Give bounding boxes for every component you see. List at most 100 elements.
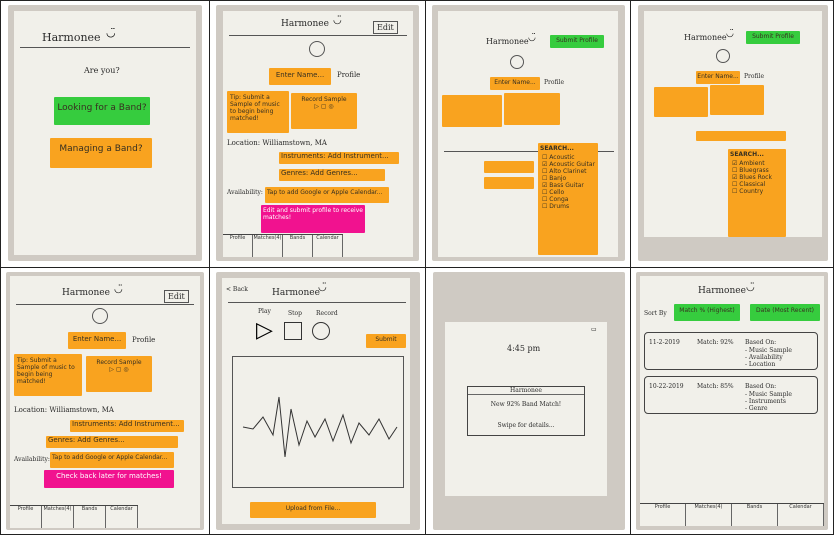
app-title: Harmonee xyxy=(272,288,320,298)
match-card[interactable]: 10-22-2019 Match: 85% Based On: - Music … xyxy=(644,376,818,414)
paper-sheet: Harmonee ◡̈ Are you? Looking for a Band?… xyxy=(14,11,196,255)
app-title: Harmonee xyxy=(486,37,529,46)
record-sample-button[interactable]: Record Sample ▷ ▢ ◎ xyxy=(291,93,357,129)
sort-by-label: Sort By xyxy=(644,310,667,317)
option-item[interactable]: ☐ Bluegrass xyxy=(732,167,786,174)
location-text: Location: Williamstown, MA xyxy=(14,406,114,414)
panel-lock-screen-notification: ▭ 4:45 pm Harmonee New 92% Band Match! S… xyxy=(433,272,625,530)
looking-for-band-button[interactable]: Looking for a Band? xyxy=(54,97,150,125)
smiley-logo-icon: ◡̈ xyxy=(726,29,734,39)
option-item[interactable]: ☐ Cello xyxy=(542,189,598,196)
name-input[interactable]: Enter Name... xyxy=(269,68,331,85)
option-item[interactable]: ☑ Bass Guitar xyxy=(542,182,598,189)
paper-sheet: Harmonee ◡̈ Edit Enter Name... Profile T… xyxy=(223,11,413,257)
smiley-logo-icon: ◡̈ xyxy=(318,282,327,293)
match-date: 11-2-2019 xyxy=(649,339,680,346)
play-icon[interactable]: ▷ xyxy=(256,318,273,343)
edit-button[interactable]: Edit xyxy=(164,290,189,303)
match-percent: Match: 85% xyxy=(697,383,734,390)
sort-date-button[interactable]: Date (Most Recent) xyxy=(750,304,820,321)
name-input[interactable]: Enter Name... xyxy=(490,77,540,90)
tab-profile[interactable]: Profile xyxy=(10,506,42,528)
option-item[interactable]: ☐ Conga xyxy=(542,196,598,203)
grid-line xyxy=(0,0,834,1)
option-item[interactable]: ☐ Banjo xyxy=(542,175,598,182)
tab-calendar[interactable]: Calendar xyxy=(106,506,138,528)
record-sample-label: Record Sample xyxy=(301,96,347,103)
playback-controls-icon: ▷ ▢ ◎ xyxy=(314,103,334,110)
app-title: Harmonee xyxy=(42,31,101,44)
record-sample-note[interactable] xyxy=(710,85,764,115)
panel-record-sample: < Back Harmonee ◡̈ Play Stop Record ▷ Su… xyxy=(216,272,420,530)
bottom-tab-bar: Profile Matches(4) Bands Calendar xyxy=(10,505,138,528)
managing-band-button[interactable]: Managing a Band? xyxy=(50,138,152,168)
match-date: 10-22-2019 xyxy=(649,383,684,390)
match-card[interactable]: 11-2-2019 Match: 92% Based On: - Music S… xyxy=(644,332,818,370)
submit-profile-cta[interactable]: Edit and submit profile to receive match… xyxy=(261,205,365,233)
option-list: ☐ Acoustic ☑ Acoustic Guitar ☐ Alto Clar… xyxy=(538,154,598,210)
edit-button[interactable]: Edit xyxy=(373,21,398,34)
upload-file-button[interactable]: Upload from File... xyxy=(250,502,376,518)
divider xyxy=(20,47,190,48)
tab-profile[interactable]: Profile xyxy=(223,235,253,257)
record-icon[interactable] xyxy=(312,322,330,340)
name-input[interactable]: Enter Name... xyxy=(696,71,740,84)
record-sample-note[interactable] xyxy=(504,93,560,125)
notification-card[interactable]: Harmonee New 92% Band Match! Swipe for d… xyxy=(467,386,585,436)
option-item[interactable]: ☐ Alto Clarinet xyxy=(542,168,598,175)
tab-bands[interactable]: Bands xyxy=(74,506,106,528)
sort-match-button[interactable]: Match % (Highest) xyxy=(674,304,740,321)
paper-sheet: Harmonee ◡̈ Sort By Match % (Highest) Da… xyxy=(640,276,824,526)
name-input[interactable]: Enter Name... xyxy=(68,332,126,349)
search-dropdown[interactable]: SEARCH... ☑ Ambient ☐ Bluegrass ☑ Blues … xyxy=(728,149,786,237)
search-input[interactable]: SEARCH... xyxy=(728,149,786,160)
option-item[interactable]: ☑ Ambient xyxy=(732,160,786,167)
genres-field[interactable]: Genres: Add Genres... xyxy=(46,436,178,448)
status-banner: Check back later for matches! xyxy=(44,470,174,488)
match-reason: - Availability xyxy=(745,354,783,361)
stop-icon[interactable] xyxy=(284,322,302,340)
option-item[interactable]: ☑ Blues Rock xyxy=(732,174,786,181)
search-input[interactable]: SEARCH... xyxy=(538,143,598,154)
paper-sheet: < Back Harmonee ◡̈ Play Stop Record ▷ Su… xyxy=(222,278,410,524)
instruments-field[interactable] xyxy=(696,131,786,141)
option-item[interactable]: ☐ Acoustic xyxy=(542,154,598,161)
option-item[interactable]: ☐ Drums xyxy=(542,203,598,210)
avatar-icon[interactable] xyxy=(92,308,108,324)
search-dropdown[interactable]: SEARCH... ☐ Acoustic ☑ Acoustic Guitar ☐… xyxy=(538,143,598,255)
profile-label: Profile xyxy=(544,79,564,86)
availability-field[interactable] xyxy=(484,177,534,189)
app-title: Harmonee xyxy=(62,288,110,298)
option-list: ☑ Ambient ☐ Bluegrass ☑ Blues Rock ☐ Cla… xyxy=(728,160,786,195)
option-item[interactable]: ☐ Classical xyxy=(732,181,786,188)
record-sample-button[interactable]: Record Sample ▷ ▢ ◎ xyxy=(86,356,152,392)
tab-calendar[interactable]: Calendar xyxy=(778,504,824,526)
tab-bands[interactable]: Bands xyxy=(283,235,313,257)
back-button[interactable]: < Back xyxy=(226,286,248,293)
tip-note: Tip: Submit a Sample of music to begin b… xyxy=(227,91,289,133)
submit-profile-button[interactable]: Submit Profile xyxy=(550,35,604,48)
option-item[interactable]: ☐ Country xyxy=(732,188,786,195)
tab-matches[interactable]: Matches(4) xyxy=(686,504,732,526)
tab-bands[interactable]: Bands xyxy=(732,504,778,526)
notification-body: New 92% Band Match! xyxy=(490,401,562,408)
option-item[interactable]: ☑ Acoustic Guitar xyxy=(542,161,598,168)
genres-field[interactable] xyxy=(484,161,534,173)
instruments-field[interactable]: Instruments: Add Instrument... xyxy=(70,420,184,432)
genres-field[interactable]: Genres: Add Genres... xyxy=(279,169,385,181)
option-label: Blues Rock xyxy=(739,174,772,181)
availability-field[interactable]: Tap to add Google or Apple Calendar... xyxy=(265,187,389,203)
tab-matches[interactable]: Matches(4) xyxy=(42,506,74,528)
option-label: Cello xyxy=(549,189,565,196)
submit-button[interactable]: Submit xyxy=(366,334,406,348)
tab-profile[interactable]: Profile xyxy=(640,504,686,526)
avatar-icon[interactable] xyxy=(309,41,325,57)
tab-matches[interactable]: Matches(4) xyxy=(253,235,283,257)
tip-note: Tip: Submit a Sample of music to begin b… xyxy=(14,354,82,396)
submit-profile-button[interactable]: Submit Profile xyxy=(746,31,800,44)
avatar-icon[interactable] xyxy=(510,55,524,69)
avatar-icon[interactable] xyxy=(716,49,730,63)
availability-field[interactable]: Tap to add Google or Apple Calendar... xyxy=(50,452,174,468)
tab-calendar[interactable]: Calendar xyxy=(313,235,343,257)
instruments-field[interactable]: Instruments: Add Instrument... xyxy=(279,152,399,164)
